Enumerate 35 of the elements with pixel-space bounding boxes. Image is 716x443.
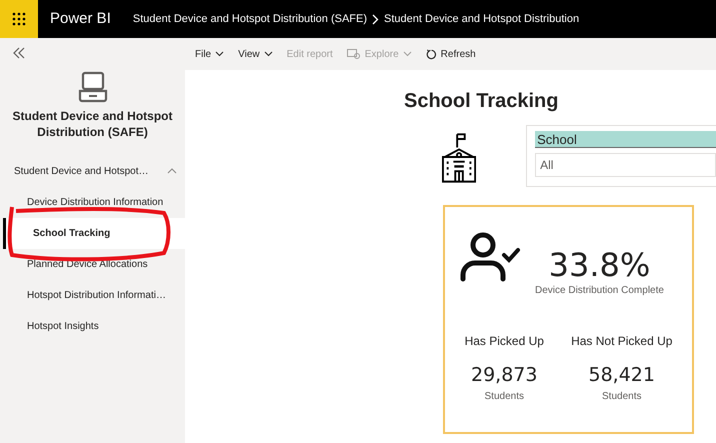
nav-item[interactable]: School Tracking	[3, 218, 185, 249]
workspace-title: Student Device and Hotspot Distribution (SAFE)	[11, 108, 174, 140]
report-title: School Tracking	[404, 89, 560, 114]
nav-item[interactable]: Hotspot Insights	[0, 311, 185, 342]
grid-dots-icon	[12, 12, 26, 26]
collapse-icon[interactable]	[12, 46, 26, 60]
nav-item[interactable]: Hotspot Distribution Informati…	[0, 280, 185, 311]
nav-item[interactable]: Device Distribution Information	[0, 187, 185, 218]
app-launcher-button[interactable]	[0, 0, 38, 38]
stat-value: 29,873	[471, 363, 538, 387]
slicer-header: School	[535, 131, 716, 148]
stat-value: 58,421	[588, 363, 655, 387]
toolbar-button[interactable]: View	[232, 42, 279, 66]
stat-unit: Students	[602, 390, 642, 404]
breadcrumb-link[interactable]: Student Device and Hotspot Distribution (SAFE)	[132, 10, 368, 28]
laptop-icon	[78, 71, 108, 103]
explore-icon	[346, 48, 361, 60]
chevron-down-icon	[402, 51, 412, 57]
chevron-right-icon	[372, 14, 380, 24]
stat-unit: Students	[484, 390, 524, 404]
stat-label: Has Picked Up	[464, 333, 544, 350]
slicer-dropdown[interactable]: All	[535, 153, 716, 177]
toolbar-button[interactable]: File	[189, 42, 230, 66]
percent-value: 33.8%	[548, 247, 650, 283]
toolbar-button[interactable]: Refresh	[420, 42, 482, 66]
refresh-icon	[426, 48, 437, 60]
user-check-icon	[459, 231, 521, 283]
chevron-down-icon	[264, 51, 273, 57]
nav-section-header[interactable]: Student Device and Hotspot…	[0, 161, 185, 181]
chevron-down-icon	[215, 51, 224, 57]
percent-label: Device Distribution Complete	[535, 284, 664, 298]
breadcrumb-link[interactable]: Student Device and Hotspot Distribution	[384, 10, 580, 28]
app-name: Power BI	[50, 8, 111, 29]
chevron-up-icon	[167, 168, 177, 174]
stat-label: Has Not Picked Up	[571, 333, 672, 350]
